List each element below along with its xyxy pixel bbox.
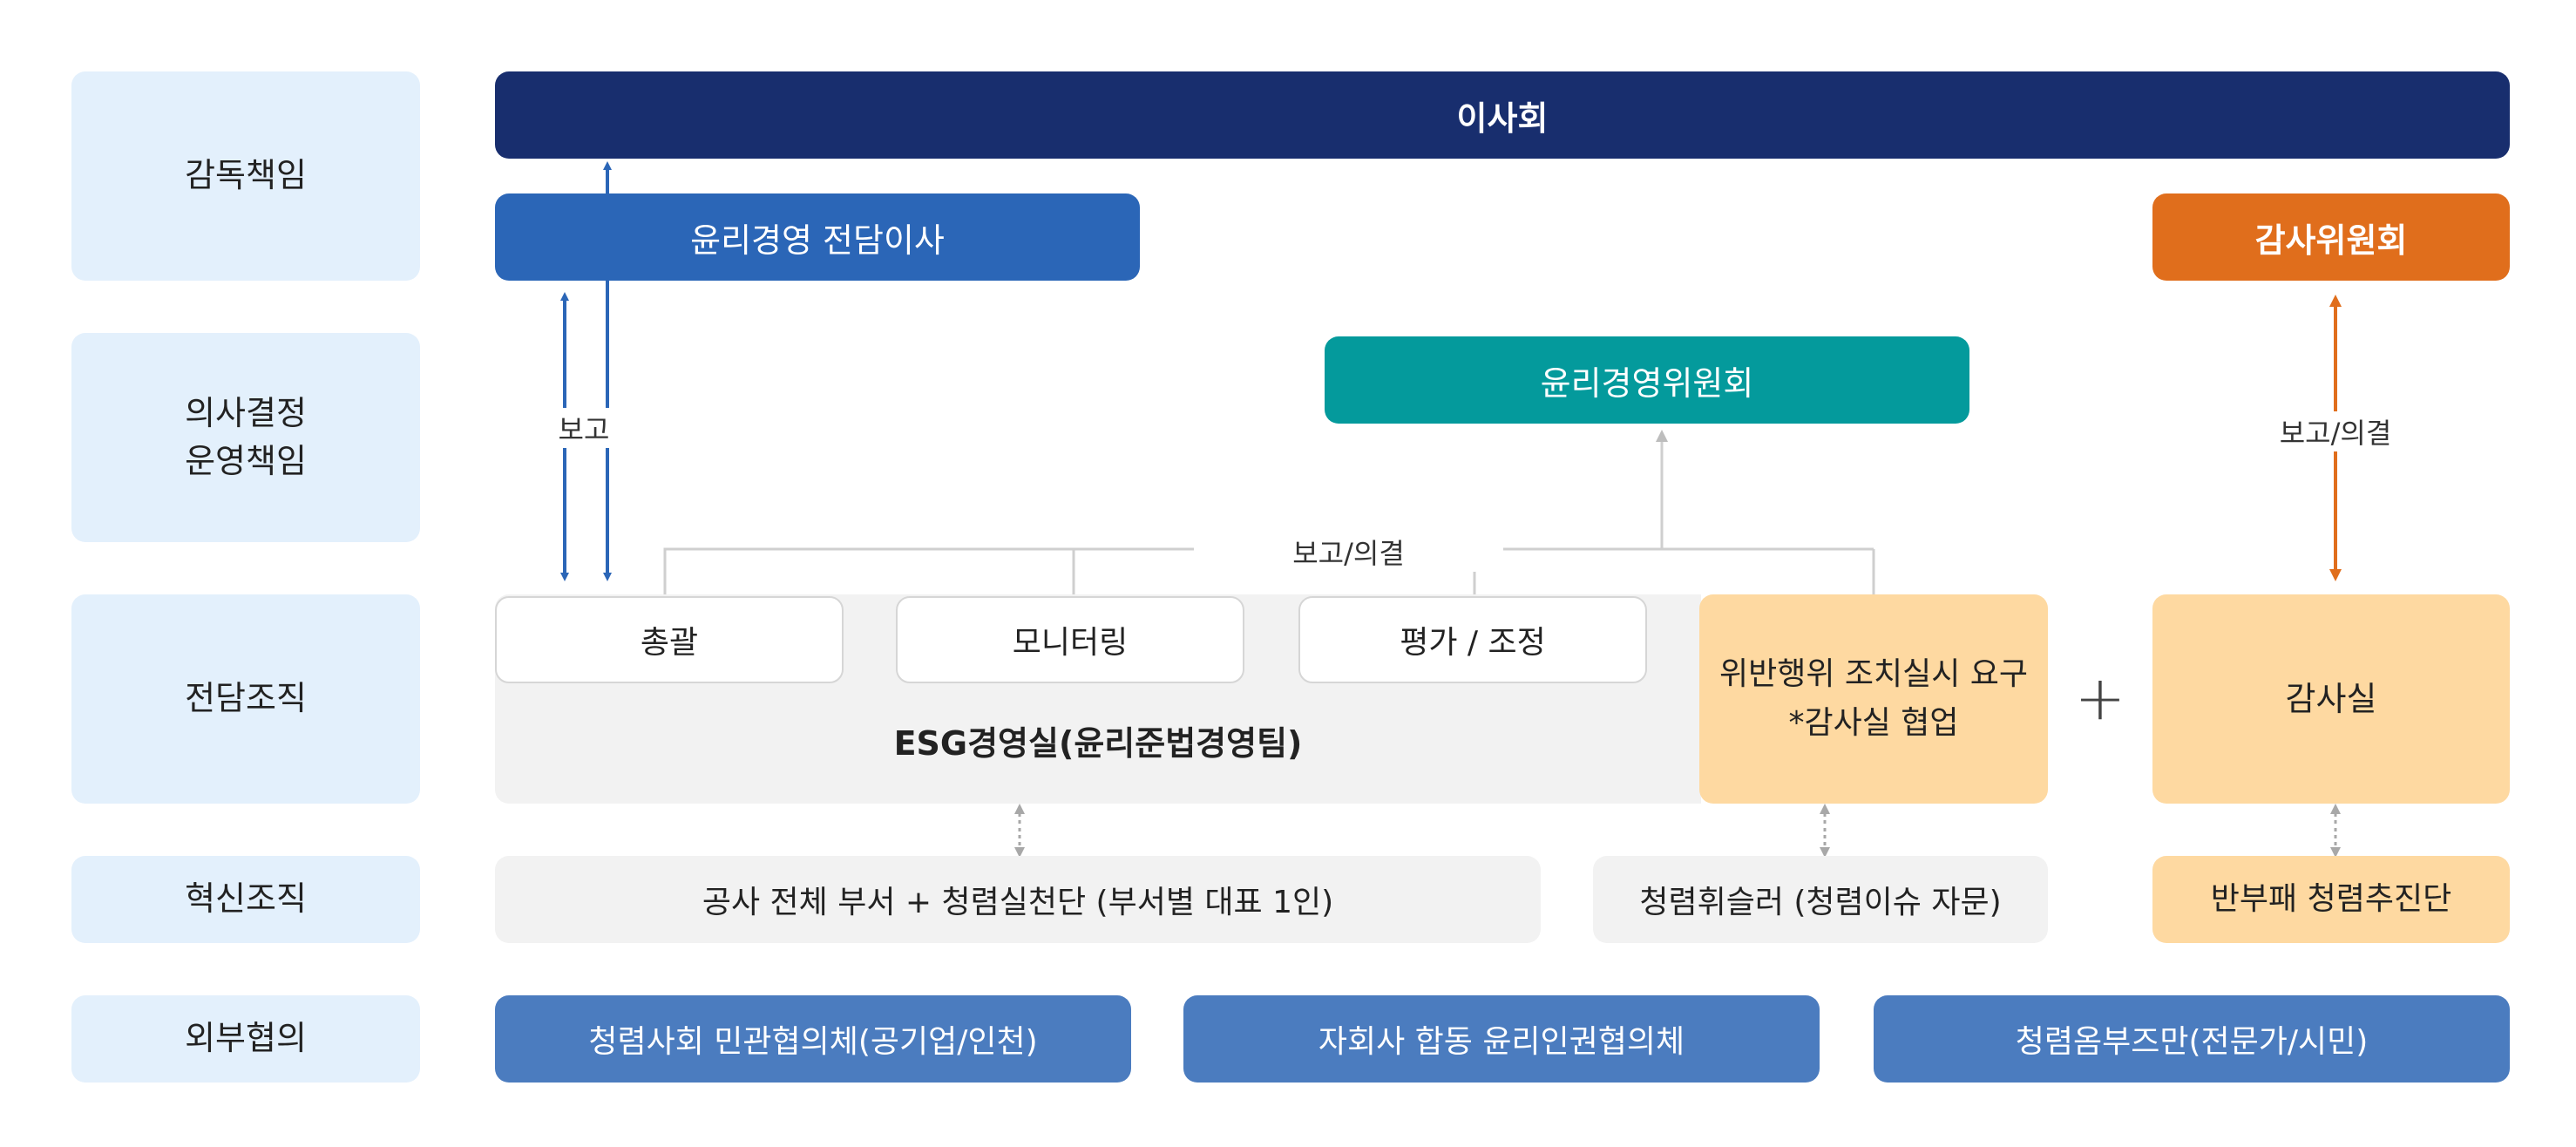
- row-label-innovation-text: 혁신조직: [185, 879, 307, 919]
- audit-office-label: 감사실: [2285, 679, 2377, 718]
- row-label-oversight: 감독책임: [71, 71, 420, 281]
- ethics-director-label: 윤리경영 전담이사: [690, 221, 945, 260]
- committee-connector: [663, 430, 1875, 597]
- external-ombudsman: 청렴옴부즈만(전문가/시민): [1874, 995, 2510, 1083]
- unit-general-label: 총괄: [640, 625, 699, 661]
- board-box: 이사회: [495, 71, 2510, 159]
- row-label-oversight-text: 감독책임: [185, 156, 307, 195]
- audit-committee-label: 감사위원회: [2254, 221, 2408, 260]
- external-ombudsman-label: 청렴옴부즈만(전문가/시민): [2015, 1024, 2369, 1060]
- edge-label-report: 보고: [540, 408, 627, 448]
- unit-general: 총괄: [495, 596, 844, 683]
- row-label-dedicated-text: 전담조직: [185, 679, 307, 718]
- edge-label-report-resolve-right-text: 보고/의결: [2279, 417, 2392, 450]
- ethics-committee-label: 윤리경영위원회: [1540, 363, 1754, 403]
- unit-evaluation-label: 평가 / 조정: [1400, 625, 1546, 661]
- edge-label-report-text: 보고: [558, 413, 610, 446]
- row-label-decision: 의사결정 운영책임: [71, 333, 420, 542]
- plus-icon-text: +: [2074, 662, 2126, 734]
- unit-evaluation: 평가 / 조정: [1298, 596, 1647, 683]
- esg-office-label: ESG경영실(윤리준법경영팀): [495, 716, 1701, 764]
- ethics-director-box: 윤리경영 전담이사: [495, 193, 1140, 281]
- row-label-dedicated: 전담조직: [71, 594, 420, 804]
- innovation-all-depts-label: 공사 전체 부서 + 청렴실천단 (부서별 대표 1인): [702, 885, 1334, 920]
- unit-monitoring: 모니터링: [896, 596, 1244, 683]
- edge-label-report-resolve-center: 보고/의결: [1194, 532, 1503, 572]
- unit-violation: 위반행위 조치실시 요구 *감사실 협업: [1699, 594, 2048, 804]
- edge-label-report-resolve-center-text: 보고/의결: [1292, 537, 1405, 570]
- external-council-label: 청렴사회 민관협의체(공기업/인천): [588, 1024, 1038, 1060]
- innovation-anticorruption-label: 반부패 청렴추진단: [2210, 881, 2452, 918]
- innovation-whistler: 청렴휘슬러 (청렴이슈 자문): [1593, 856, 2048, 943]
- innovation-all-depts: 공사 전체 부서 + 청렴실천단 (부서별 대표 1인): [495, 856, 1541, 943]
- edge-label-report-resolve-right: 보고/의결: [2248, 411, 2423, 451]
- unit-violation-label: 위반행위 조치실시 요구 *감사실 협업: [1718, 656, 2029, 741]
- ethics-committee-box: 윤리경영위원회: [1325, 336, 1969, 424]
- external-council: 청렴사회 민관협의체(공기업/인천): [495, 995, 1131, 1083]
- unit-monitoring-label: 모니터링: [1012, 625, 1129, 661]
- row-label-external-text: 외부협의: [185, 1019, 307, 1058]
- innovation-whistler-label: 청렴휘슬러 (청렴이슈 자문): [1639, 885, 2002, 920]
- external-affiliates-label: 자회사 합동 윤리인권협의체: [1318, 1024, 1685, 1060]
- audit-committee-box: 감사위원회: [2152, 193, 2510, 281]
- row-label-innovation: 혁신조직: [71, 856, 420, 943]
- board-label: 이사회: [1456, 98, 1549, 138]
- row-label-decision-text: 의사결정 운영책임: [185, 393, 307, 480]
- innovation-anticorruption: 반부패 청렴추진단: [2152, 856, 2510, 943]
- link-arrows: [1014, 804, 2341, 858]
- row-label-external: 외부협의: [71, 995, 420, 1083]
- audit-office-box: 감사실: [2152, 594, 2510, 804]
- external-affiliates: 자회사 합동 윤리인권협의체: [1183, 995, 1820, 1083]
- plus-icon: +: [2065, 668, 2135, 729]
- esg-office-label-text: ESG경영실(윤리준법경영팀): [893, 724, 1303, 763]
